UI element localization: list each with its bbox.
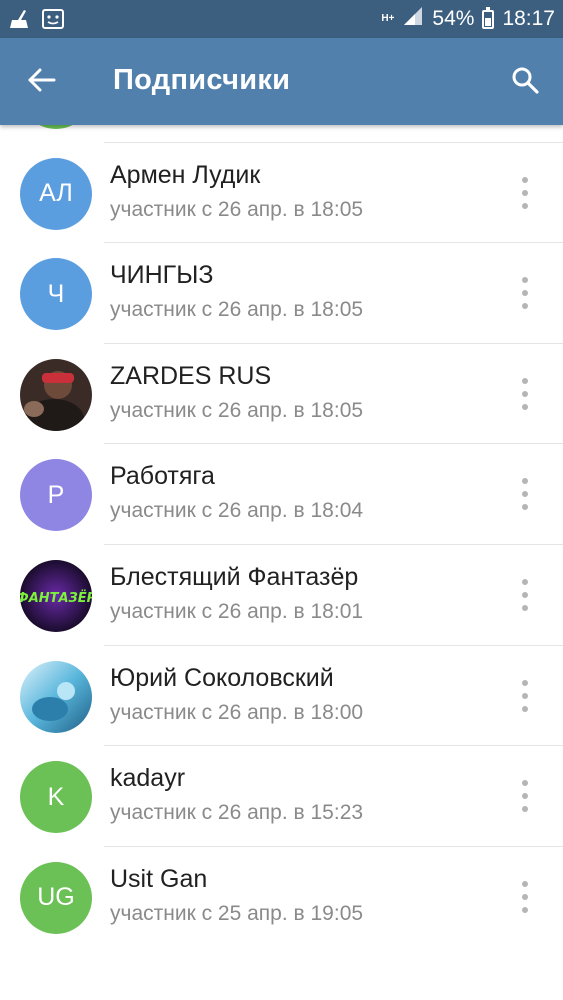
member-joined-date: участник с 26 апр. в 18:04 (110, 499, 364, 523)
member-name: Блестящий Фантазёр (110, 562, 359, 591)
avatar-photo (20, 358, 92, 431)
clock: 18:17 (502, 7, 555, 30)
battery-percent: 54% (432, 7, 475, 30)
member-name: ЧИНГЫЗ (110, 261, 214, 290)
overflow-menu-icon[interactable] (517, 575, 533, 615)
list-item[interactable]: UG Usit Gan участник с 25 апр. в 19:05 (0, 847, 563, 948)
avatar: UG (20, 861, 92, 934)
overflow-menu-icon[interactable] (517, 776, 533, 816)
list-item[interactable]: K kadayr участник с 26 апр. в 15:23 (0, 746, 563, 847)
avatar: K (20, 761, 92, 834)
list-item[interactable]: ФАНТАЗЁР Блестящий Фантазёр участник с 2… (0, 545, 563, 646)
overflow-menu-icon[interactable] (517, 474, 533, 514)
member-joined-date: участник с 26 апр. в 18:00 (110, 700, 364, 724)
avatar-photo (20, 660, 92, 733)
member-name: ZARDES RUS (110, 361, 272, 390)
overflow-menu-icon[interactable] (517, 273, 533, 313)
member-joined-date: участник с 26 апр. в 18:01 (110, 599, 364, 623)
member-joined-date: участник с 26 апр. в 18:05 (110, 197, 364, 221)
member-name: Юрий Соколовский (110, 663, 334, 692)
list-item[interactable]: Д Димон участник с 26 апр. в 18:05 (0, 125, 563, 143)
list-item[interactable]: ZARDES RUS участник с 26 апр. в 18:05 (0, 344, 563, 445)
svg-text:ФАНТАЗЁР: ФАНТАЗЁР (20, 590, 92, 606)
member-joined-date: участник с 25 апр. в 19:05 (110, 901, 364, 925)
list-item[interactable]: АЛ Армен Лудик участник с 26 апр. в 18:0… (0, 143, 563, 244)
back-arrow-icon (28, 68, 56, 97)
list-item[interactable]: Р Работяга участник с 26 апр. в 18:04 (0, 444, 563, 545)
search-button[interactable] (501, 58, 549, 106)
subscriber-list[interactable]: Д Димон участник с 26 апр. в 18:05 АЛ Ар… (0, 125, 563, 1000)
member-joined-date: участник с 26 апр. в 18:05 (110, 398, 364, 422)
member-joined-date: участник с 26 апр. в 15:23 (110, 801, 364, 825)
face-icon (42, 9, 64, 34)
overflow-menu-icon[interactable] (517, 877, 533, 917)
status-bar-left (8, 8, 64, 35)
list-item[interactable]: Юрий Соколовский участник с 26 апр. в 18… (0, 646, 563, 747)
subscriber-list-content: Д Димон участник с 26 апр. в 18:05 АЛ Ар… (0, 125, 563, 947)
avatar-logo: ФАНТАЗЁР (20, 559, 92, 632)
overflow-menu-icon[interactable] (517, 173, 533, 213)
list-item[interactable]: Ч ЧИНГЫЗ участник с 26 апр. в 18:05 (0, 243, 563, 344)
back-button[interactable] (18, 58, 66, 106)
overflow-menu-icon[interactable] (517, 374, 533, 414)
overflow-menu-icon[interactable] (517, 676, 533, 716)
battery-icon (482, 6, 495, 29)
avatar: Д (20, 125, 92, 129)
signal-icon (402, 6, 424, 32)
cleaner-icon (8, 8, 32, 35)
member-name: Usit Gan (110, 864, 208, 893)
member-name: Армен Лудик (110, 160, 261, 189)
avatar: Ч (20, 258, 92, 331)
avatar: Р (20, 459, 92, 532)
status-bar-right: H+ 54% 18:17 (381, 6, 555, 32)
member-name: Работяга (110, 462, 215, 491)
network-type: H+ (381, 13, 395, 24)
status-bar: H+ 54% 18:17 (0, 0, 563, 38)
page-title: Подписчики (113, 64, 291, 96)
member-joined-date: участник с 26 апр. в 18:05 (110, 298, 364, 322)
app-bar: Подписчики (0, 38, 563, 125)
member-name: kadayr (110, 764, 186, 793)
avatar: АЛ (20, 157, 92, 230)
search-icon (511, 66, 539, 99)
